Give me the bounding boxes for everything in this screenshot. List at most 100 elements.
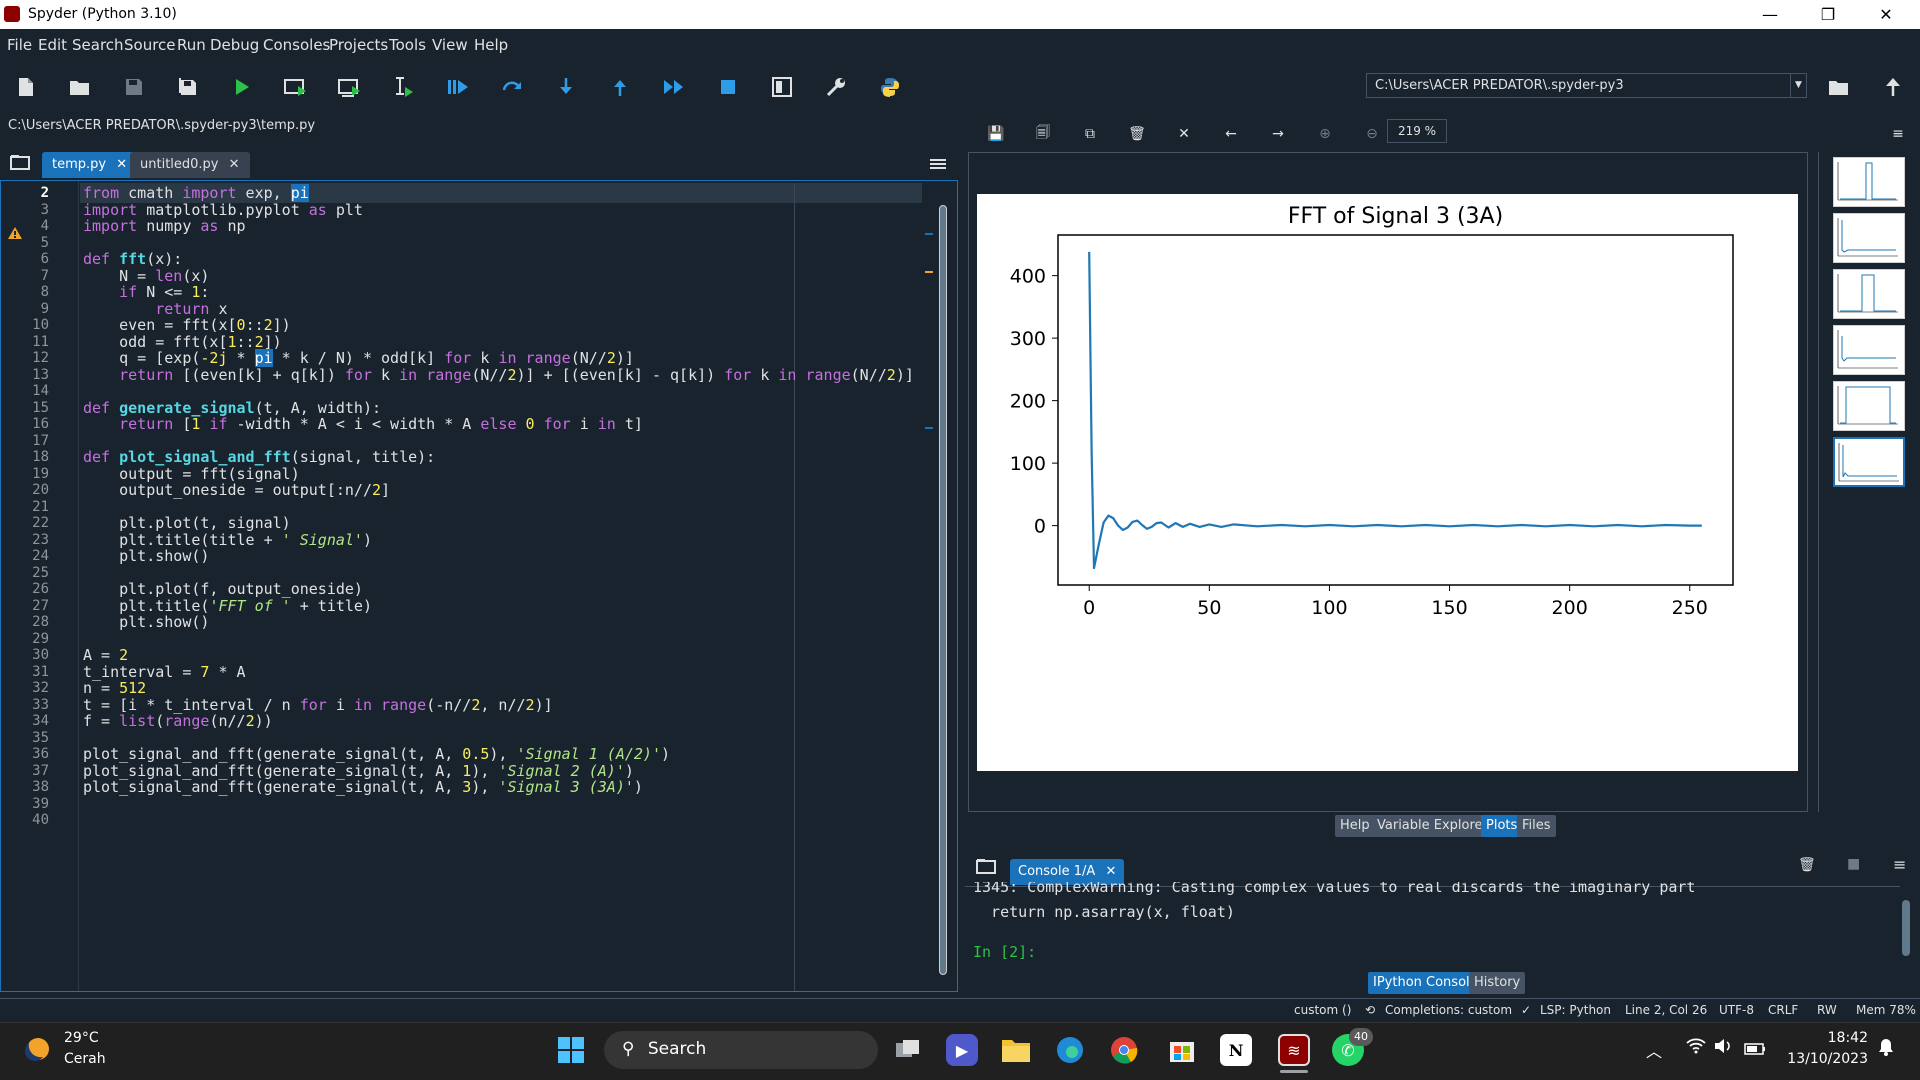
volume-icon[interactable] [1714,1038,1732,1058]
axes-frame [1057,234,1734,586]
zoom-in-icon[interactable]: ⊕ [1314,123,1336,145]
windows-start-icon[interactable] [555,1034,587,1066]
menu-source[interactable]: Source [124,36,176,54]
plot-thumbnail[interactable] [1833,381,1905,431]
zoom-level[interactable]: 219 % [1387,119,1447,143]
save-plot-icon[interactable]: 💾 [985,123,1007,145]
menu-help[interactable]: Help [474,36,508,54]
browse-tabs-icon[interactable] [10,154,32,174]
clock-time[interactable]: 18:42 [1822,1030,1868,1046]
console-output[interactable] [965,886,1900,968]
status-completions[interactable]: Completions: custom [1385,1003,1512,1017]
save-all-plots-icon[interactable]: 🗐 [1032,123,1054,145]
file-explorer-icon[interactable] [1000,1034,1032,1066]
close-icon[interactable]: ✕ [229,157,240,172]
tab-variable-explorer[interactable]: Variable Explorer [1372,815,1493,837]
console-options-menu-icon[interactable]: ≡ [1893,855,1906,874]
new-file-icon[interactable] [11,72,41,102]
clock-date[interactable]: 13/10/2023 [1786,1051,1868,1067]
scrollbar-thumb[interactable] [939,205,947,975]
notification-bell-icon[interactable] [1878,1038,1894,1060]
menu-consoles[interactable]: Consoles [263,36,330,54]
menu-view[interactable]: View [432,36,468,54]
run-selection-icon[interactable] [389,72,419,102]
show-hidden-icons-chevron-icon[interactable]: ︿ [1646,1038,1662,1062]
wifi-icon[interactable] [1686,1038,1706,1058]
tab-ipython-console[interactable]: IPython Console [1368,972,1483,994]
plot-thumbnail[interactable] [1833,269,1905,319]
menu-debug[interactable]: Debug [210,36,259,54]
status-environment[interactable]: custom () [1294,1003,1351,1017]
run-file-icon[interactable] [227,72,257,102]
preferences-wrench-icon[interactable] [821,72,851,102]
code-editor[interactable]: 2 from cmath import exp, pi 3 import matplo… [0,180,958,992]
interrupt-kernel-icon[interactable]: ■ [1847,856,1860,872]
zoom-out-icon[interactable]: ⊖ [1361,123,1383,145]
restore-button[interactable]: ❐ [1799,0,1857,29]
minimize-button[interactable]: — [1741,0,1799,29]
tab-files[interactable]: Files [1517,815,1556,837]
browse-folder-icon[interactable] [1824,72,1854,102]
menu-tools[interactable]: Tools [389,36,426,54]
menu-projects[interactable]: Projects [329,36,388,54]
chrome-browser-icon[interactable] [1108,1034,1140,1066]
step-over-icon[interactable] [497,72,527,102]
menu-search[interactable]: Search [72,36,124,54]
plots-options-menu-icon[interactable]: ≡ [1887,123,1909,145]
status-eol: CRLF [1768,1003,1799,1017]
continue-icon[interactable] [659,72,689,102]
menu-file[interactable]: File [7,36,32,54]
editor-scrollbar[interactable] [938,187,948,985]
python-path-manager-icon[interactable] [875,72,905,102]
browse-consoles-icon[interactable] [976,858,998,878]
plot-thumbnail-selected[interactable] [1833,437,1905,487]
console-scrollbar[interactable] [1900,892,1912,966]
teams-chat-icon[interactable]: ▶ [946,1034,978,1066]
copy-plot-icon[interactable]: ⧉ [1079,123,1101,145]
menu-edit[interactable]: Edit [38,36,67,54]
remove-plot-icon[interactable]: 🗑 [1126,123,1148,145]
step-out-icon[interactable] [605,72,635,102]
parent-directory-icon[interactable] [1878,72,1908,102]
save-file-icon[interactable] [119,72,149,102]
chevron-down-icon[interactable]: ▼ [1790,74,1806,97]
tab-help[interactable]: Help [1335,815,1375,837]
editor-options-menu-icon[interactable] [930,156,948,172]
next-plot-icon[interactable]: → [1267,123,1289,145]
weather-icon[interactable] [20,1033,54,1067]
previous-plot-icon[interactable]: ← [1220,123,1242,145]
working-directory-combo[interactable]: C:\Users\ACER PREDATOR\.spyder-py3 ▼ [1366,73,1807,98]
tab-history[interactable]: History [1469,972,1526,994]
x-tick-label: 150 [1431,597,1467,619]
plot-thumbnail[interactable] [1833,213,1905,263]
menu-run[interactable]: Run [177,36,206,54]
plot-thumbnail[interactable] [1833,325,1905,375]
maximize-pane-icon[interactable] [767,72,797,102]
plot-thumbnail[interactable] [1833,157,1905,207]
taskbar-search-box[interactable]: ⚲ Search [604,1031,878,1069]
run-cell-icon[interactable] [281,72,311,102]
run-cell-advance-icon[interactable] [335,72,365,102]
save-all-icon[interactable] [173,72,203,102]
spyder-taskbar-icon[interactable]: ≋ [1278,1034,1310,1066]
stop-debug-icon[interactable] [713,72,743,102]
debug-file-icon[interactable] [443,72,473,102]
edge-browser-icon[interactable] [1054,1034,1086,1066]
close-window-button[interactable]: ✕ [1857,0,1915,29]
notion-icon[interactable]: N [1220,1034,1252,1066]
tab-untitled0-py[interactable]: untitled0.py ✕ [130,152,250,178]
close-icon[interactable]: ✕ [116,157,127,172]
remove-all-plots-icon[interactable]: ✕ [1173,123,1195,145]
open-file-icon[interactable] [65,72,95,102]
close-icon[interactable]: ✕ [1105,864,1116,879]
clear-console-icon[interactable]: 🗑 [1798,857,1816,873]
status-lsp[interactable]: LSP: Python [1540,1003,1611,1017]
battery-icon[interactable] [1744,1040,1766,1059]
step-into-icon[interactable] [551,72,581,102]
console-prompt[interactable]: In [2]: [973,943,1036,961]
console-tab-label: Console 1/A [1018,864,1096,879]
status-rw: RW [1817,1003,1837,1017]
task-view-icon[interactable] [892,1034,924,1066]
tab-temp-py[interactable]: temp.py ✕ [42,152,138,178]
microsoft-store-icon[interactable] [1166,1034,1198,1066]
